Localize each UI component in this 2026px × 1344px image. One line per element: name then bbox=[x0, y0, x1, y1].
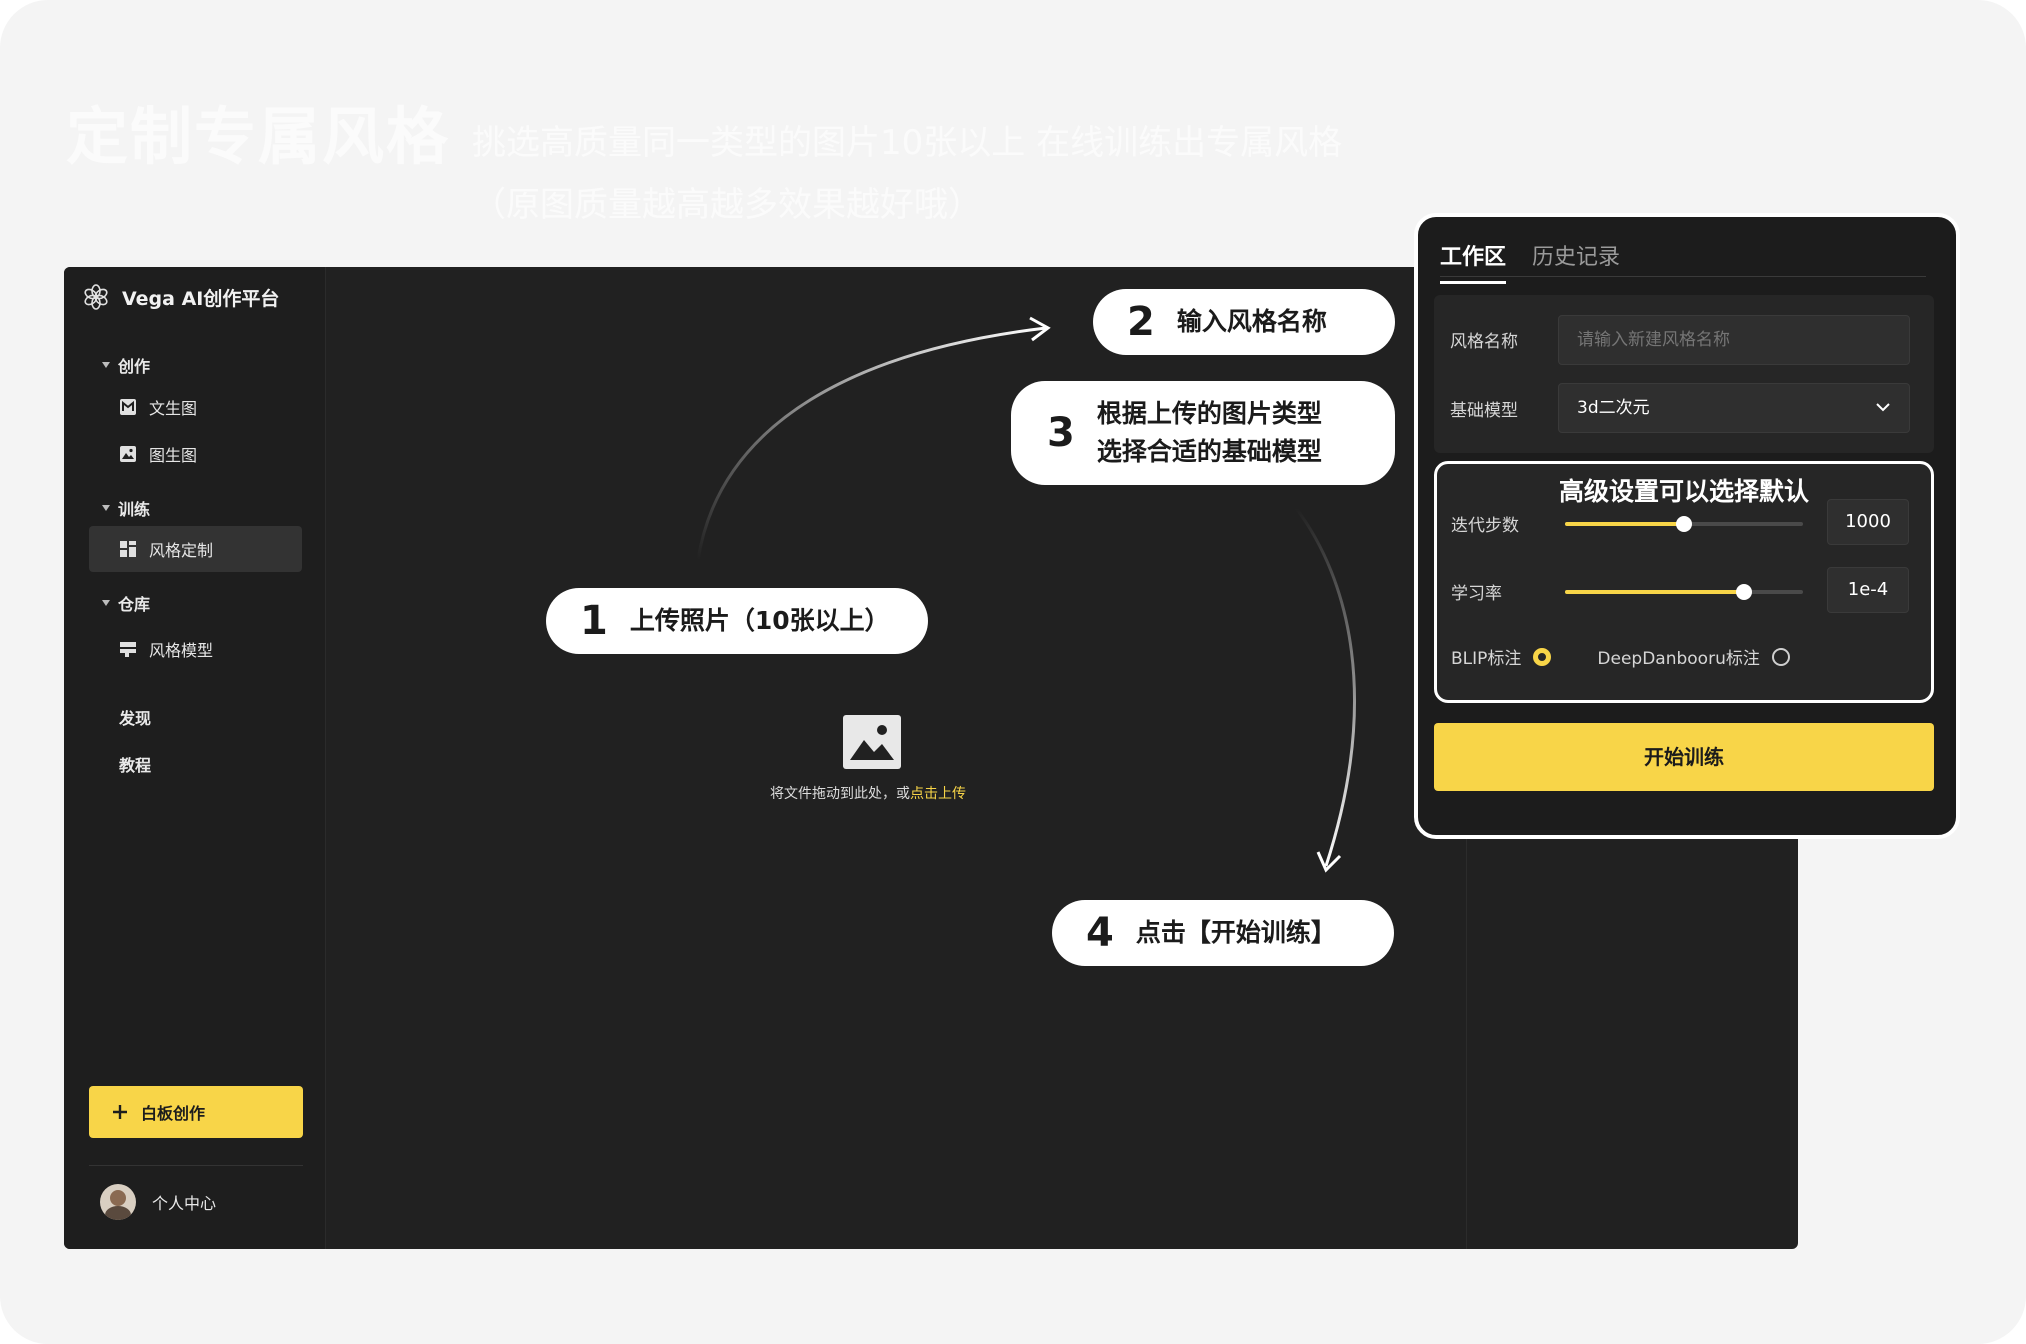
iterations-slider[interactable] bbox=[1565, 516, 1803, 532]
step-text: 点击【开始训练】 bbox=[1135, 918, 1336, 947]
learning-rate-value[interactable]: 1e-4 bbox=[1827, 567, 1909, 613]
step-number: 1 bbox=[580, 598, 608, 644]
step-text: 上传照片（10张以上） bbox=[629, 606, 890, 635]
learning-rate-slider[interactable] bbox=[1565, 584, 1803, 600]
learning-rate-label: 学习率 bbox=[1451, 584, 1502, 604]
radio-blip[interactable] bbox=[1533, 647, 1552, 666]
panel-tabs: 工作区 历史记录 bbox=[1440, 229, 1926, 284]
style-name-input[interactable] bbox=[1558, 315, 1910, 365]
learning-rate-slider-thumb[interactable] bbox=[1735, 584, 1752, 600]
callout-step-2: 2 输入风格名称 bbox=[1093, 289, 1395, 355]
chevron-down-icon bbox=[1876, 403, 1890, 412]
tab-history[interactable]: 历史记录 bbox=[1532, 239, 1620, 271]
arrow-3-to-4 bbox=[1294, 507, 1356, 867]
base-model-select[interactable]: 3d二次元 bbox=[1558, 383, 1910, 433]
radio-deepdanbooru-label[interactable]: DeepDanbooru标注 bbox=[1597, 644, 1759, 669]
step-text-line1: 根据上传的图片类型 bbox=[1096, 399, 1322, 428]
style-name-label: 风格名称 bbox=[1450, 332, 1518, 352]
step-number: 3 bbox=[1047, 410, 1075, 456]
learning-rate-slider-fill bbox=[1565, 590, 1744, 594]
step-number: 2 bbox=[1127, 299, 1155, 345]
iterations-slider-fill bbox=[1565, 522, 1684, 526]
step-text-line2: 选择合适的基础模型 bbox=[1096, 437, 1322, 466]
radio-blip-label[interactable]: BLIP标注 bbox=[1451, 644, 1521, 669]
step-text: 根据上传的图片类型 选择合适的基础模型 bbox=[1097, 395, 1322, 471]
iterations-label: 迭代步数 bbox=[1451, 516, 1519, 536]
iterations-value[interactable]: 1000 bbox=[1827, 499, 1909, 545]
tab-active-indicator bbox=[1440, 281, 1506, 284]
advanced-settings: 高级设置可以选择默认 迭代步数 1000 学习率 1e-4 BLIP标注 Dee… bbox=[1434, 461, 1934, 703]
radio-deepdanbooru[interactable] bbox=[1771, 647, 1790, 666]
workspace-panel: 工作区 历史记录 风格名称 基础模型 3d二次元 高级设置可以选择默认 迭代步数… bbox=[1414, 213, 1960, 839]
canvas: 定制专属风格 挑选高质量同一类型的图片10张以上 在线训练出专属风格 （原图质量… bbox=[0, 0, 2026, 1344]
base-model-value: 3d二次元 bbox=[1577, 398, 1650, 418]
callout-step-1: 1 上传照片（10张以上） bbox=[546, 588, 928, 654]
caption-method: BLIP标注 DeepDanbooru标注 bbox=[1451, 644, 1790, 669]
tab-workspace-label: 工作区 bbox=[1440, 245, 1507, 270]
start-training-button[interactable]: 开始训练 bbox=[1434, 723, 1934, 791]
step-number: 4 bbox=[1086, 910, 1114, 956]
arrow-1-to-2 bbox=[696, 326, 1047, 561]
callout-step-4: 4 点击【开始训练】 bbox=[1052, 900, 1394, 966]
iterations-slider-thumb[interactable] bbox=[1676, 516, 1692, 532]
tab-workspace[interactable]: 工作区 bbox=[1440, 239, 1507, 284]
basic-settings: 风格名称 基础模型 3d二次元 bbox=[1434, 295, 1934, 453]
callout-step-3: 3 根据上传的图片类型 选择合适的基础模型 bbox=[1011, 381, 1395, 485]
base-model-label: 基础模型 bbox=[1450, 401, 1518, 421]
step-text: 输入风格名称 bbox=[1176, 307, 1327, 336]
